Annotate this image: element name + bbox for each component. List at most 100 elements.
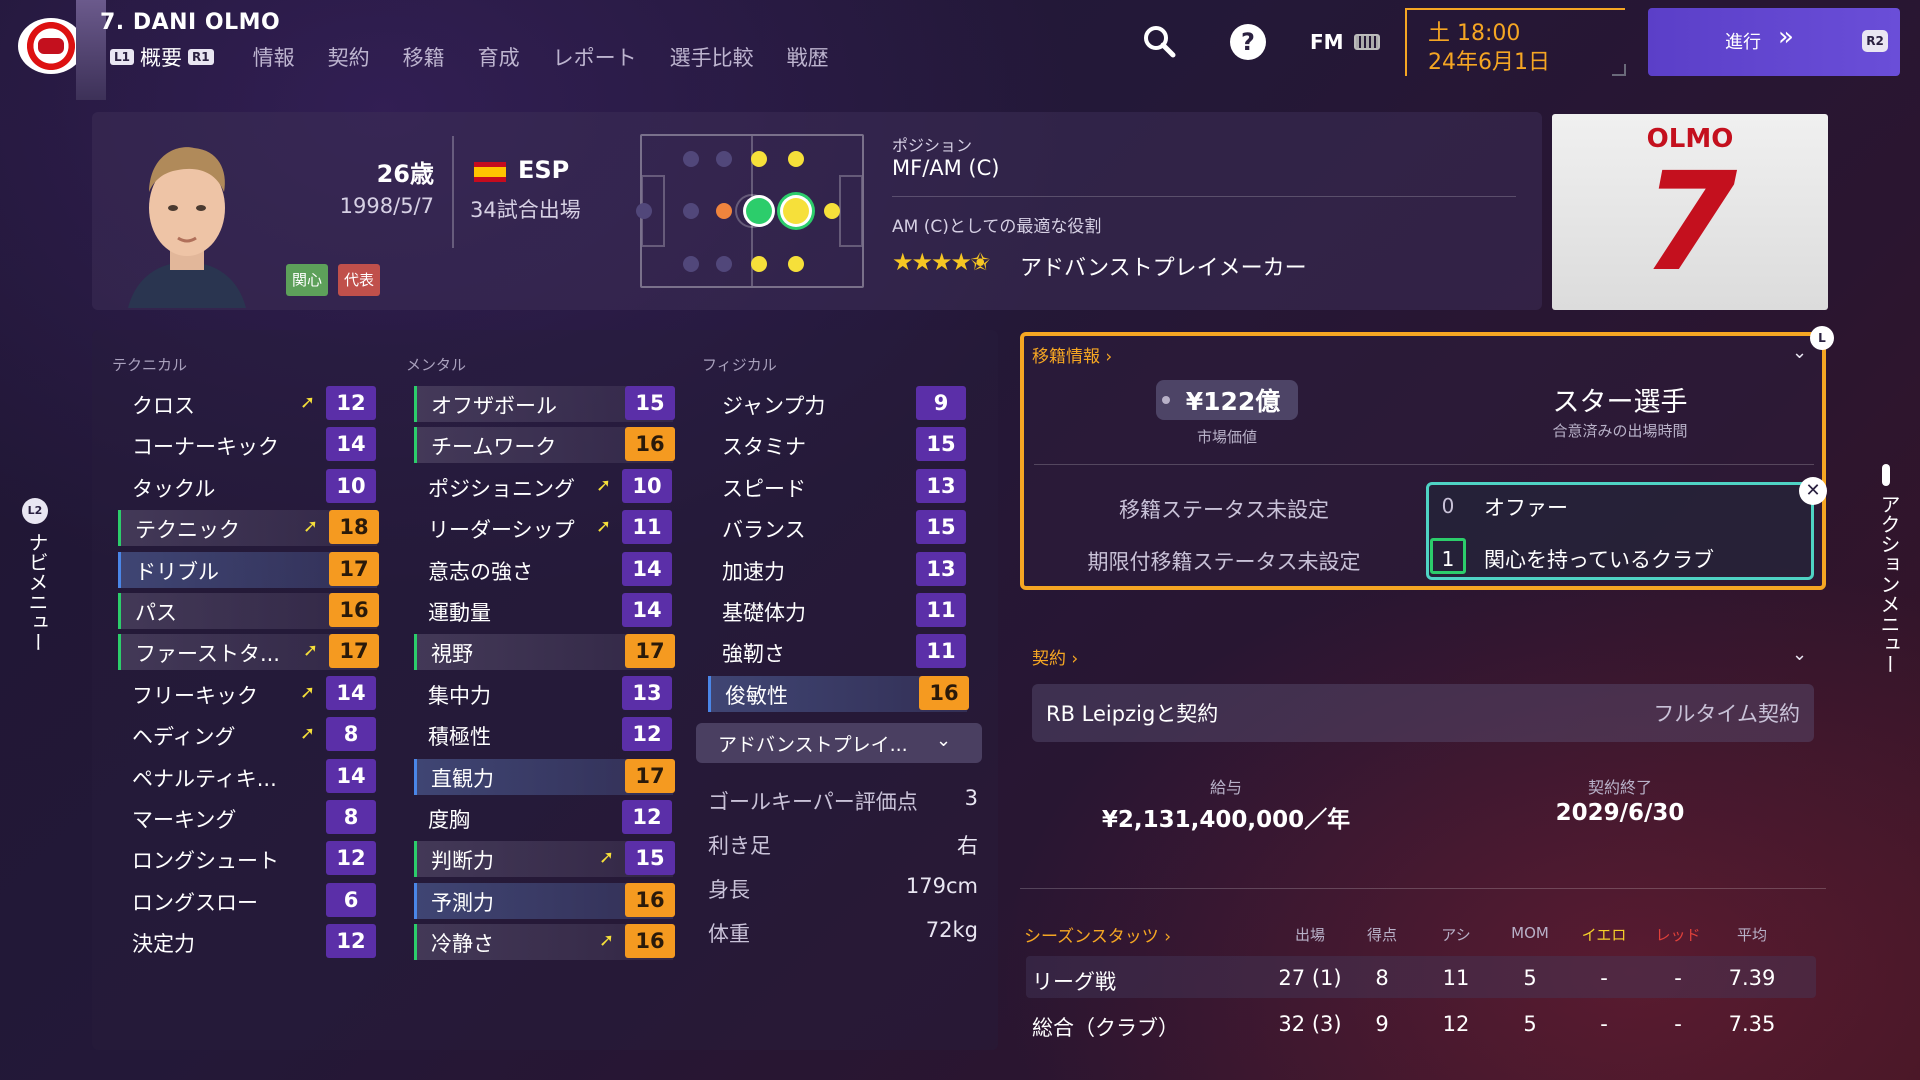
attribute-name: マーキング	[132, 808, 237, 832]
contract-link[interactable]: 契約 ›	[1032, 644, 1078, 669]
attribute-row[interactable]: ロングスロー 6	[118, 882, 376, 919]
attribute-row[interactable]: ペナルティキ... 14	[118, 758, 376, 795]
double-chevron-right-icon: »	[1778, 22, 1794, 52]
search-icon[interactable]	[1140, 22, 1180, 62]
attribute-row[interactable]: 運動量 14	[414, 593, 672, 629]
tab-overview[interactable]: L1 概要 R1	[104, 42, 220, 72]
attribute-row[interactable]: 俊敏性 16	[708, 675, 969, 712]
attribute-row[interactable]: ファーストタ... ➚ 17	[118, 634, 379, 671]
attribute-row[interactable]: 集中力 13	[414, 675, 672, 712]
attribute-row[interactable]: 度胸 12	[414, 800, 672, 836]
physical-header: フィジカル	[702, 356, 777, 374]
best-role-name[interactable]: アドバンストプレイメーカー	[1020, 250, 1307, 282]
attribute-row[interactable]: テクニック ➚ 18	[118, 510, 379, 547]
stats-column-header[interactable]: 出場	[1275, 924, 1345, 945]
attribute-row[interactable]: 判断力 ➚ 15	[414, 841, 675, 878]
tab-history[interactable]: 戦歴	[787, 42, 829, 72]
attribute-row[interactable]: 直観力 17	[414, 758, 675, 795]
transfer-info-link[interactable]: 移籍情報 ›	[1032, 342, 1112, 367]
role-select-label: アドバンストプレイ...	[718, 734, 908, 756]
trend-up-arrow-icon: ➚	[596, 516, 612, 538]
nav-menu-toggle[interactable]: ナビメニュー	[18, 532, 52, 652]
current-time: 土 18:00	[1428, 21, 1521, 46]
attribute-row[interactable]: リーダーシップ ➚ 11	[414, 510, 672, 546]
lock-icon[interactable]: L	[1810, 326, 1834, 350]
tab-info[interactable]: 情報	[253, 42, 295, 72]
attribute-row[interactable]: バランス 15	[708, 510, 966, 546]
attribute-row[interactable]: ロングシュート 12	[118, 841, 376, 877]
attribute-row[interactable]: 予測力 16	[414, 882, 675, 919]
stats-column-header[interactable]: 平均	[1717, 924, 1787, 945]
interest-badge[interactable]: 関心	[286, 264, 329, 296]
attribute-row[interactable]: ポジショニング ➚ 10	[414, 468, 672, 505]
preferred-foot-label: 利き足	[708, 834, 771, 858]
attribute-row[interactable]: 積極性 12	[414, 717, 672, 753]
stats-cell: 12	[1442, 1012, 1470, 1036]
help-icon[interactable]: ?	[1230, 24, 1266, 60]
loan-status[interactable]: 期限付移籍ステータス未設定	[1050, 546, 1398, 576]
attribute-row[interactable]: スタミナ 15	[708, 427, 966, 463]
action-menu-toggle[interactable]: アクションメニュー	[1870, 494, 1904, 674]
interested-clubs-label[interactable]: 関心を持っているクラブ	[1484, 544, 1714, 574]
position-dot	[683, 256, 699, 272]
tab-compare[interactable]: 選手比較	[670, 42, 754, 72]
attribute-name: ジャンプ力	[722, 394, 826, 418]
attribute-row[interactable]: 決定力 12	[118, 924, 376, 960]
tab-contract[interactable]: 契約	[328, 42, 370, 72]
attribute-name: 積極性	[428, 725, 491, 750]
weight-value: 72kg	[925, 918, 978, 942]
chevron-down-icon[interactable]: ⌄	[1792, 644, 1807, 665]
tab-transfer[interactable]: 移籍	[403, 42, 445, 72]
attribute-row[interactable]: ドリブル 17	[118, 551, 379, 588]
trend-up-arrow-icon: ➚	[300, 681, 316, 703]
stats-column-header[interactable]: レッド	[1643, 924, 1713, 945]
attribute-row[interactable]: 冷静さ ➚ 16	[414, 924, 675, 961]
keyboard-icon[interactable]	[1354, 34, 1380, 50]
chevron-down-icon[interactable]: ⌄	[1792, 342, 1807, 363]
stats-column-header[interactable]: イエロ	[1569, 924, 1639, 945]
fm-logo: FM	[1310, 30, 1344, 54]
attribute-name: ポジショニング	[428, 476, 575, 501]
attribute-row[interactable]: タックル 10	[118, 468, 376, 505]
attribute-row[interactable]: ヘディング ➚ 8	[118, 717, 376, 753]
attribute-value: 15	[625, 386, 675, 420]
attribute-row[interactable]: フリーキック ➚ 14	[118, 675, 376, 712]
stats-column-header[interactable]: 得点	[1347, 924, 1417, 945]
attribute-value: 9	[916, 386, 966, 420]
stats-row-label: 総合（クラブ）	[1032, 1016, 1179, 1040]
squad-status-caption: 合意済みの出場時間	[1552, 422, 1688, 440]
player-nation[interactable]: ESP	[518, 156, 569, 184]
transfer-status[interactable]: 移籍ステータス未設定	[1050, 494, 1398, 524]
attribute-row[interactable]: 視野 17	[414, 634, 675, 671]
attribute-row[interactable]: 意志の強さ 14	[414, 551, 672, 588]
attribute-row[interactable]: マーキング 8	[118, 800, 376, 836]
attribute-row[interactable]: ジャンプ力 9	[708, 386, 966, 422]
stats-column-header[interactable]: MOM	[1495, 924, 1565, 942]
attribute-row[interactable]: コーナーキック 14	[118, 427, 376, 463]
attribute-row[interactable]: クロス ➚ 12	[118, 386, 376, 422]
tab-bar: L1 概要 R1 情報 契約 移籍 育成 レポート 選手比較 戦歴	[104, 42, 862, 72]
offers-label[interactable]: オファー	[1484, 492, 1568, 522]
action-menu-handle[interactable]	[1882, 464, 1890, 486]
attribute-name: ロングスロー	[132, 890, 258, 915]
national-team-badge[interactable]: 代表	[338, 264, 381, 296]
attribute-row[interactable]: パス 16	[118, 593, 379, 629]
market-value-caption: 市場価値	[1196, 428, 1257, 446]
trend-up-arrow-icon: ➚	[599, 847, 615, 869]
season-stats-link[interactable]: シーズンスタッツ ›	[1024, 922, 1171, 947]
current-date: 24年6月1日	[1428, 50, 1550, 75]
market-value: ¥122億	[1185, 387, 1281, 416]
stats-column-header[interactable]: アシ	[1421, 924, 1491, 945]
attribute-row[interactable]: チームワーク 16	[414, 427, 675, 464]
tab-development[interactable]: 育成	[478, 42, 520, 72]
attribute-name: 予測力	[431, 890, 494, 915]
attribute-value: 14	[326, 758, 376, 793]
attribute-row[interactable]: 強靭さ 11	[708, 634, 966, 670]
close-icon[interactable]: ✕	[1799, 477, 1827, 505]
attribute-row[interactable]: 加速力 13	[708, 551, 966, 588]
attribute-row[interactable]: オフザボール 15	[414, 386, 675, 422]
attribute-row[interactable]: 基礎体力 11	[708, 593, 966, 629]
attribute-value: 15	[916, 427, 966, 462]
tab-report[interactable]: レポート	[553, 42, 637, 72]
attribute-row[interactable]: スピード 13	[708, 468, 966, 505]
